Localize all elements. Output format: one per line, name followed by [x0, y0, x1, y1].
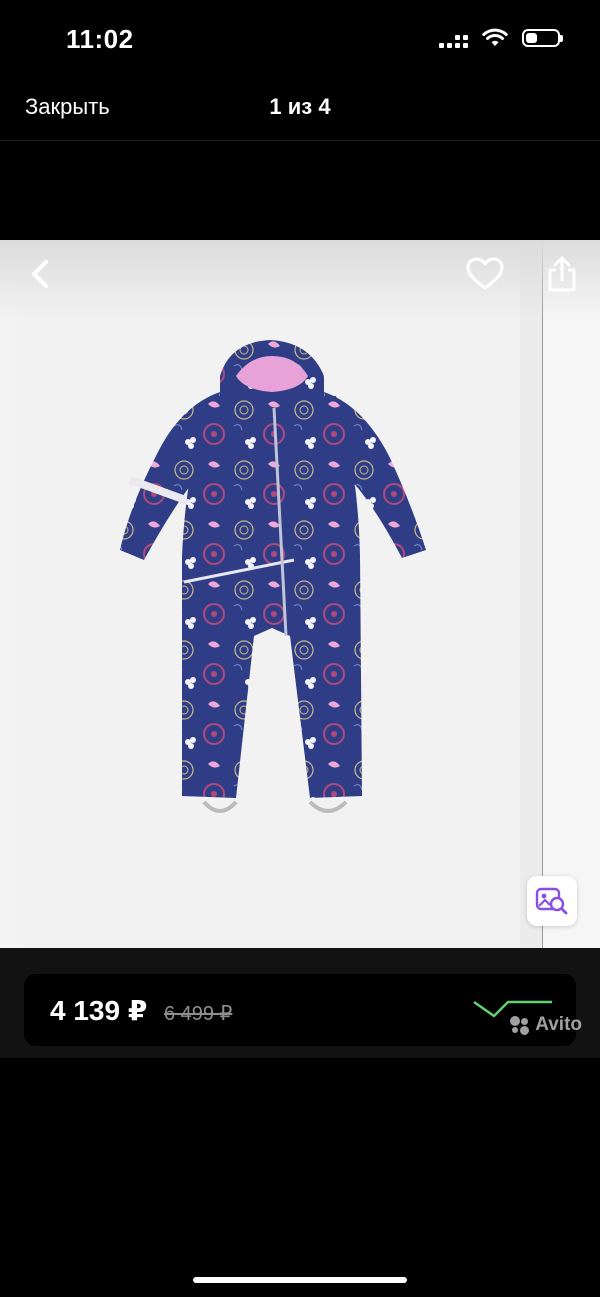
price-bar: 4 139 ₽ 6 499 ₽ Avito: [0, 948, 600, 1058]
avito-watermark-text: Avito: [535, 1014, 582, 1035]
cellular-signal-icon: [439, 28, 468, 48]
current-price: 4 139 ₽: [50, 995, 148, 1026]
next-photo-preview[interactable]: [543, 240, 600, 948]
status-icons: [439, 28, 563, 48]
next-photo-edge[interactable]: [520, 240, 543, 948]
avito-logo-icon: [509, 1014, 531, 1036]
page-counter: 1 из 4: [269, 94, 331, 119]
product-image[interactable]: [110, 336, 440, 836]
chevron-left-icon[interactable]: [24, 254, 58, 294]
home-indicator[interactable]: [193, 1277, 407, 1283]
image-search-icon: [535, 887, 568, 915]
status-time: 11:02: [66, 24, 134, 54]
photo-viewer[interactable]: [0, 240, 600, 948]
status-bar: 11:02: [0, 0, 600, 80]
photo-top-gradient: [0, 240, 600, 320]
battery-level: [526, 33, 537, 43]
image-search-button[interactable]: [527, 876, 577, 926]
avito-watermark: Avito: [509, 1014, 582, 1036]
old-price: 6 499 ₽: [164, 1003, 233, 1025]
wifi-icon: [482, 28, 508, 46]
price-card[interactable]: 4 139 ₽ 6 499 ₽ Avito: [24, 974, 582, 1046]
nav-bar: Закрыть 1 из 4: [0, 80, 600, 141]
share-icon[interactable]: [544, 252, 580, 296]
battery-icon: [522, 29, 563, 47]
heart-icon[interactable]: [464, 254, 506, 294]
